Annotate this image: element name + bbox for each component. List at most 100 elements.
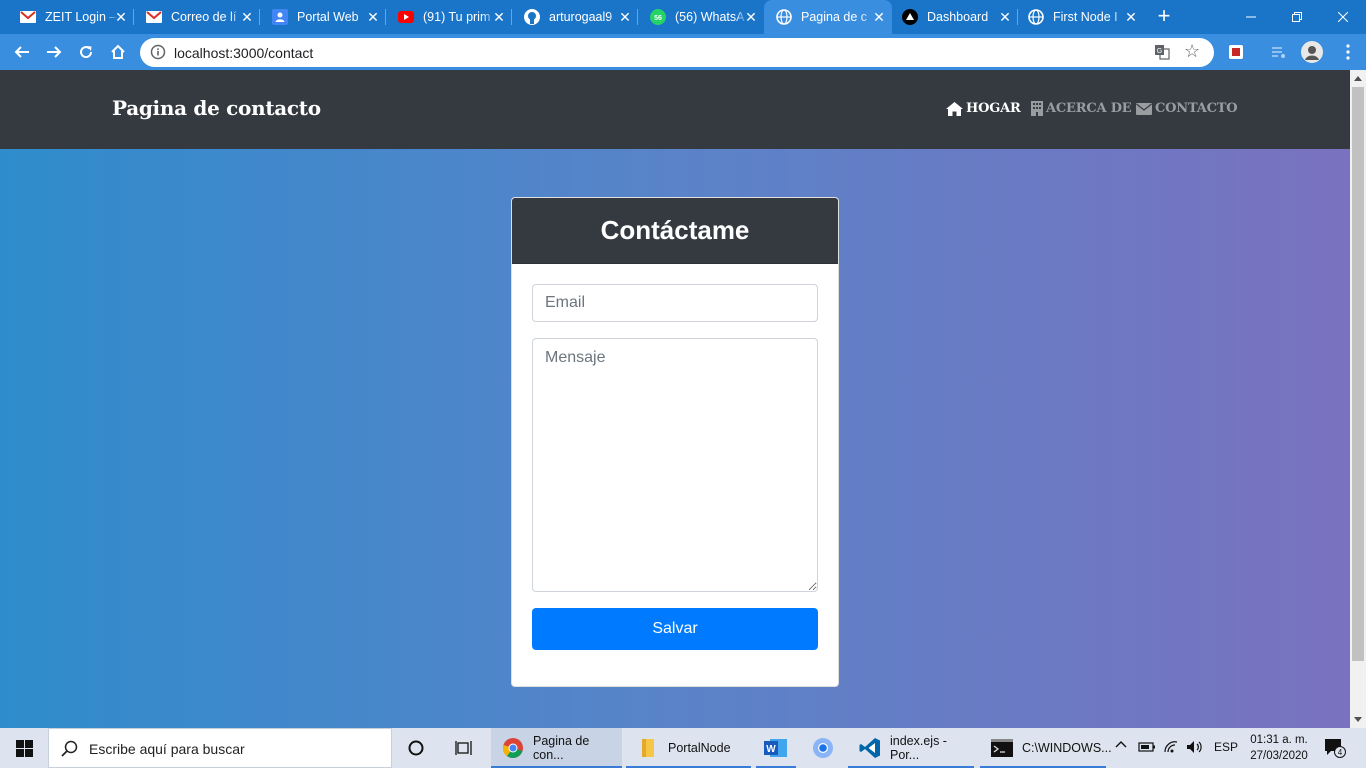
media-control-icon[interactable] — [1267, 40, 1291, 64]
browser-tab-strip: ZEIT Login – ZE ✕ Correo de lí ✕ Portal … — [0, 0, 1366, 34]
taskbar-app-word[interactable]: W — [756, 728, 796, 768]
bookmark-star-icon[interactable]: ☆ — [1184, 41, 1200, 62]
taskbar-app-label: C:\WINDOWS... — [1022, 741, 1112, 755]
navbar-brand[interactable]: Pagina de contacto — [112, 96, 321, 120]
submit-button[interactable]: Salvar — [532, 608, 818, 650]
tab-title: ZEIT Login – ZE — [45, 10, 119, 24]
back-button[interactable] — [10, 40, 34, 64]
clock-time: 01:31 a. m. — [1250, 734, 1308, 746]
restore-button[interactable] — [1274, 0, 1320, 34]
svg-text:W: W — [766, 744, 776, 755]
clock-date: 27/03/2020 — [1250, 750, 1308, 762]
browser-tab[interactable]: First Node I ✕ — [1018, 0, 1144, 34]
tab-title: Pagina de c — [801, 10, 868, 24]
browser-toolbar: localhost:3000/contact G ☆ — [0, 34, 1366, 70]
scrollbar-thumb[interactable] — [1352, 87, 1364, 661]
info-icon[interactable] — [150, 44, 166, 65]
browser-tab-active[interactable]: Pagina de c ✕ — [764, 0, 892, 34]
close-icon[interactable]: ✕ — [1124, 10, 1138, 24]
contacts-icon — [272, 9, 288, 25]
address-bar[interactable]: localhost:3000/contact G ☆ — [140, 38, 1214, 67]
translate-icon[interactable]: G — [1154, 44, 1170, 65]
close-icon[interactable]: ✕ — [744, 10, 758, 24]
tab-title: (91) Tu prim — [423, 10, 491, 24]
svg-text:4: 4 — [1338, 748, 1343, 757]
nav-link-label: CONTACTO — [1155, 101, 1238, 116]
contact-form-title: Contáctame — [512, 198, 838, 264]
taskbar-app-chrome[interactable]: Pagina de con... — [491, 728, 622, 768]
taskbar-app-explorer[interactable]: PortalNode — [626, 728, 751, 768]
url-text: localhost:3000/contact — [174, 45, 314, 61]
chevron-up-icon[interactable] — [1115, 739, 1127, 754]
globe-icon — [1028, 9, 1044, 25]
github-icon — [524, 9, 540, 25]
notification-center-icon[interactable]: 4 — [1324, 738, 1346, 763]
tab-title: Correo de lí — [171, 10, 237, 24]
close-window-button[interactable] — [1320, 0, 1366, 34]
svg-text:G: G — [1157, 48, 1162, 55]
nav-link-label: ACERCA DE — [1046, 101, 1132, 116]
folder-icon — [636, 736, 660, 760]
chrome-icon — [501, 736, 525, 760]
battery-icon[interactable] — [1138, 740, 1156, 757]
system-clock[interactable]: 01:31 a. m. 27/03/2020 — [1244, 732, 1314, 764]
forward-button[interactable] — [42, 40, 66, 64]
youtube-icon — [398, 9, 414, 25]
windows-start-button[interactable] — [0, 728, 48, 768]
close-icon[interactable]: ✕ — [872, 10, 886, 24]
browser-tab[interactable]: Dashboard ✕ — [892, 0, 1018, 34]
globe-icon — [776, 9, 792, 25]
reload-button[interactable] — [74, 40, 98, 64]
volume-icon[interactable] — [1186, 740, 1204, 757]
taskbar-search-box[interactable]: Escribe aquí para buscar — [48, 728, 392, 768]
page-viewport: Pagina de contacto HOGAR ACERCA DE CONTA… — [0, 70, 1350, 728]
vscode-icon — [858, 736, 882, 760]
taskbar-search-placeholder: Escribe aquí para buscar — [89, 741, 245, 757]
tab-title: First Node I — [1053, 10, 1118, 24]
browser-tab[interactable]: 56 (56) WhatsA ✕ — [630, 0, 764, 34]
nav-link-home[interactable]: HOGAR — [946, 101, 1021, 116]
whatsapp-icon: 56 — [650, 9, 666, 25]
browser-tab[interactable]: Portal Web ✕ — [252, 0, 386, 34]
nav-link-contact[interactable]: CONTACTO — [1136, 101, 1238, 116]
language-indicator[interactable]: ESP — [1214, 740, 1238, 754]
cortana-icon[interactable] — [404, 736, 428, 760]
word-icon: W — [764, 736, 788, 760]
search-icon — [61, 740, 79, 763]
tab-title: Portal Web — [297, 10, 359, 24]
vercel-icon — [902, 9, 918, 25]
browser-tab[interactable]: ZEIT Login – ZE ✕ — [0, 0, 134, 34]
svg-text:56: 56 — [654, 15, 662, 22]
taskbar-app-cmd[interactable]: C:\WINDOWS... — [980, 728, 1112, 768]
taskbar-app-label: Pagina de con... — [533, 734, 590, 762]
building-icon — [1031, 101, 1043, 116]
gmail-icon — [146, 9, 162, 25]
task-view-icon[interactable] — [452, 736, 476, 760]
nav-link-label: HOGAR — [966, 101, 1021, 116]
taskbar-app-vscode[interactable]: index.ejs - Por... — [848, 728, 974, 768]
home-button[interactable] — [106, 40, 130, 64]
taskbar-app-chromium[interactable] — [803, 728, 843, 768]
scroll-up-arrow-icon[interactable] — [1354, 76, 1362, 81]
extension-icon[interactable] — [1224, 40, 1248, 64]
close-icon[interactable]: ✕ — [998, 10, 1012, 24]
browser-tab[interactable]: Correo de lí ✕ — [126, 0, 260, 34]
new-tab-button[interactable]: + — [1153, 5, 1175, 28]
browser-tab[interactable]: arturogaal9 ✕ — [504, 0, 638, 34]
taskbar-app-label: PortalNode — [668, 741, 731, 755]
email-input[interactable] — [532, 284, 818, 322]
message-textarea[interactable] — [532, 338, 818, 592]
minimize-button[interactable] — [1228, 0, 1274, 34]
menu-kebab-icon[interactable] — [1336, 40, 1360, 64]
tab-title: Dashboard — [927, 10, 989, 24]
page-scrollbar[interactable] — [1350, 70, 1366, 728]
cmd-icon — [990, 736, 1014, 760]
nav-link-about[interactable]: ACERCA DE — [1031, 101, 1132, 116]
browser-tab[interactable]: (91) Tu prim ✕ — [378, 0, 512, 34]
home-icon — [946, 101, 963, 116]
site-navbar: Pagina de contacto HOGAR ACERCA DE CONTA… — [0, 70, 1350, 149]
profile-avatar[interactable] — [1300, 40, 1324, 64]
wifi-icon[interactable] — [1163, 740, 1179, 757]
scroll-down-arrow-icon[interactable] — [1354, 717, 1362, 722]
tab-title: (56) WhatsA — [675, 10, 745, 24]
